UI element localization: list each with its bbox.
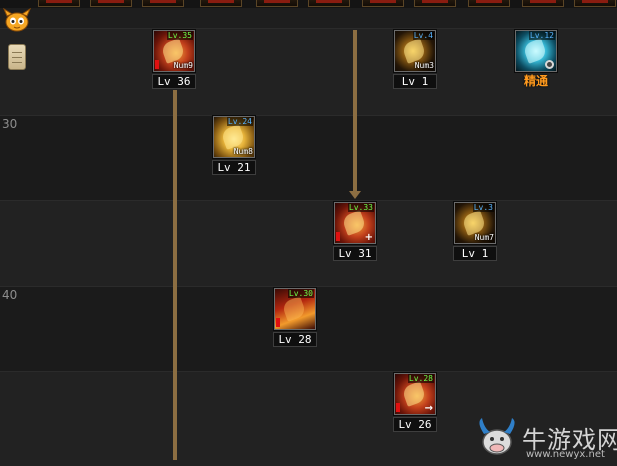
skill-required-level: Lv.33 [347,203,374,212]
arrow-right-icon: → [424,403,433,414]
skill-icon[interactable]: Lv.4 Num3 [394,30,436,72]
skill-required-level: Lv.30 [287,289,314,298]
skill-slot[interactable]: Lv.35 Num9 Lv 36 [152,30,196,89]
watermark: 牛游戏网 www.newyx.net [470,408,617,466]
tab-button[interactable] [468,0,510,7]
skill-required-level: Lv.28 [407,374,434,383]
skill-slot[interactable]: Lv.12 精通 [514,30,558,89]
skill-required-level: Lv.4 [412,31,434,40]
skill-icon[interactable]: Lv.30 [274,288,316,330]
skill-required-level: Lv.24 [226,117,253,126]
skill-icon[interactable]: Lv.35 Num9 [153,30,195,72]
skill-icon[interactable]: Lv.3 Num7 [454,202,496,244]
skill-required-level: Lv.35 [166,31,193,40]
scroll-icon[interactable] [8,44,26,70]
tab-button[interactable] [414,0,456,7]
skill-slot[interactable]: Lv.33 + Lv 31 [333,202,377,261]
top-tab-strip [0,0,617,8]
tab-button[interactable] [142,0,184,7]
prerequisite-line [353,30,357,192]
level-label: 30 [2,117,18,131]
tab-button[interactable] [90,0,132,7]
skill-required-level: Lv.12 [528,31,555,40]
skill-level-label: Lv 31 [333,246,377,261]
tab-button[interactable] [38,0,80,7]
level-label: 40 [2,288,18,302]
mastery-badge: 精通 [523,74,548,88]
tab-button[interactable] [256,0,298,7]
plus-icon: + [364,232,373,243]
skill-slot[interactable]: Lv.28 → Lv 26 [393,373,437,432]
skill-level-label: Lv 1 [393,74,437,89]
skill-count: Num3 [414,61,434,70]
skill-count: Num8 [233,147,253,156]
skill-icon[interactable]: Lv.28 → [394,373,436,415]
skill-level-label: Lv 1 [453,246,497,261]
skill-icon[interactable]: Lv.24 Num8 [213,116,255,158]
skill-level-label: Lv 26 [393,417,437,432]
skill-icon[interactable]: Lv.12 [515,30,557,72]
skill-count: Num9 [173,61,193,70]
watermark-url: www.newyx.net [526,449,605,460]
mascot-icon[interactable] [2,7,32,32]
skill-slot[interactable]: Lv.3 Num7 Lv 1 [453,202,497,261]
skill-count: Num7 [474,233,494,242]
skill-slot[interactable]: Lv.24 Num8 Lv 21 [212,116,256,175]
tab-button[interactable] [522,0,564,7]
cow-logo-icon [479,418,515,455]
skill-icon[interactable]: Lv.33 + [334,202,376,244]
skill-level-label: Lv 21 [212,160,256,175]
tab-button[interactable] [574,0,616,7]
skill-required-level: Lv.3 [472,203,494,212]
gear-icon [545,60,554,69]
skill-level-label: Lv 36 [152,74,196,89]
skill-slot[interactable]: Lv.30 Lv 28 [273,288,317,347]
tab-button[interactable] [200,0,242,7]
tab-button[interactable] [362,0,404,7]
skill-level-label: Lv 28 [273,332,317,347]
level-row [0,200,617,286]
level-row: 30 [0,115,617,200]
prerequisite-line [173,90,177,460]
skill-tree-panel: 30 40 Lv.35 Num9 Lv 36 Lv.4 Num3 Lv 1 Lv… [0,0,617,466]
arrow-down-icon [349,191,361,199]
tab-button[interactable] [308,0,350,7]
skill-slot[interactable]: Lv.4 Num3 Lv 1 [393,30,437,89]
